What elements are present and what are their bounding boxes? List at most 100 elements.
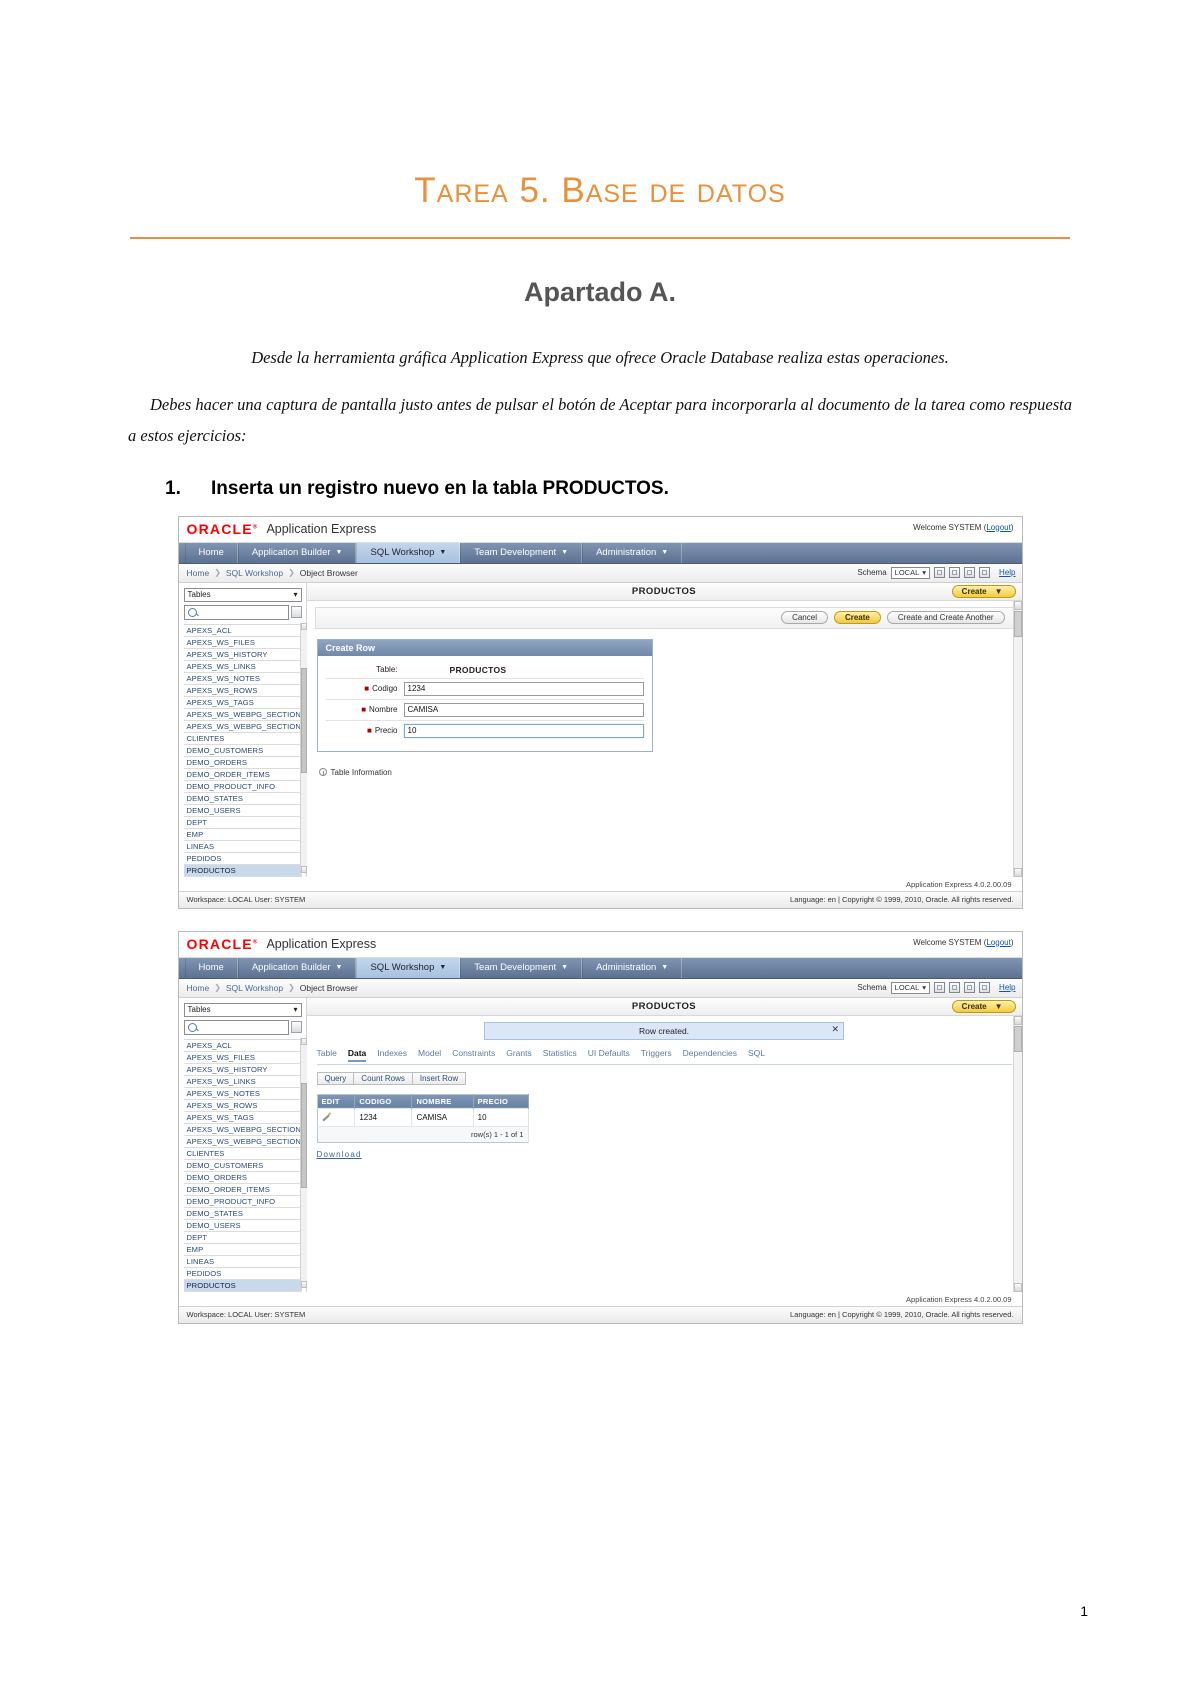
nav-tab-team-development[interactable]: Team Development ▼	[460, 542, 583, 563]
edit-page-icon[interactable]	[934, 567, 946, 579]
debug-icon[interactable]	[964, 567, 976, 579]
column-header-nombre[interactable]: NOMBRE	[411, 1094, 474, 1109]
tab-constraints[interactable]: Constraints	[452, 1048, 495, 1062]
count-rows-button[interactable]: Count Rows	[353, 1071, 413, 1085]
list-item-selected[interactable]: PRODUCTOS	[183, 1279, 302, 1292]
nav-tab-sql-workshop[interactable]: SQL Workshop ▼	[356, 542, 461, 563]
session-icon[interactable]	[949, 567, 961, 579]
session-icon[interactable]	[949, 982, 961, 994]
help-link[interactable]: Help	[999, 568, 1015, 577]
tab-sql[interactable]: SQL	[748, 1048, 765, 1062]
list-item[interactable]: APEXS_WS_NOTES	[183, 1088, 302, 1100]
scroll-up-arrow-icon[interactable]	[1013, 1015, 1022, 1025]
list-item[interactable]: APEXS_WS_ROWS	[183, 1100, 302, 1112]
insert-row-button[interactable]: Insert Row	[411, 1071, 467, 1085]
create-and-create-another-button[interactable]: Create and Create Another	[886, 611, 1005, 625]
tab-dependencies[interactable]: Dependencies	[683, 1048, 737, 1062]
search-options-icon[interactable]	[290, 606, 302, 619]
column-header-codigo[interactable]: CODIGO	[354, 1094, 413, 1109]
breadcrumb-home[interactable]: Home	[187, 983, 210, 993]
list-item-selected[interactable]: PRODUCTOS	[183, 864, 302, 877]
list-item[interactable]: DEMO_ORDERS	[183, 1172, 302, 1184]
close-icon[interactable]: ✕	[831, 1024, 839, 1034]
scroll-thumb[interactable]	[1013, 1025, 1022, 1052]
list-item[interactable]: EMP	[183, 829, 302, 841]
list-item[interactable]: CLIENTES	[183, 1148, 302, 1160]
nav-tab-application-builder[interactable]: Application Builder ▼	[237, 957, 357, 978]
search-input[interactable]	[183, 604, 289, 620]
list-item[interactable]: APEXS_WS_LINKS	[183, 1076, 302, 1088]
sidebar-scrollbar[interactable]	[299, 622, 307, 873]
list-item[interactable]: APEXS_WS_FILES	[183, 1052, 302, 1064]
list-item[interactable]: APEXS_WS_HISTORY	[183, 649, 302, 661]
scroll-down-arrow-icon[interactable]	[1013, 1282, 1022, 1292]
list-item[interactable]: APEXS_WS_NOTES	[183, 673, 302, 685]
list-item[interactable]: APEXS_WS_FILES	[183, 637, 302, 649]
download-link[interactable]: Download	[317, 1150, 1022, 1159]
list-item[interactable]: DEMO_ORDERS	[183, 757, 302, 769]
list-item[interactable]: APEXS_WS_TAGS	[183, 697, 302, 709]
list-item[interactable]: DEMO_ORDER_ITEMS	[183, 1184, 302, 1196]
list-item[interactable]: DEMO_CUSTOMERS	[183, 1160, 302, 1172]
tab-indexes[interactable]: Indexes	[377, 1048, 407, 1062]
column-header-precio[interactable]: PRECIO	[473, 1094, 529, 1109]
list-item[interactable]: APEXS_ACL	[183, 1040, 302, 1052]
list-item[interactable]: APEXS_WS_WEBPG_SECTION_HI	[183, 721, 302, 733]
nav-tab-home[interactable]: Home	[184, 542, 238, 563]
breadcrumb-home[interactable]: Home	[187, 568, 210, 578]
scroll-thumb[interactable]	[1013, 610, 1022, 637]
schema-select[interactable]: LOCAL ▾	[890, 566, 931, 579]
breadcrumb-sql-workshop[interactable]: SQL Workshop	[226, 983, 283, 993]
list-item[interactable]: DEMO_PRODUCT_INFO	[183, 781, 302, 793]
sidebar-scrollbar[interactable]	[299, 1037, 307, 1288]
list-item[interactable]: APEXS_WS_HISTORY	[183, 1064, 302, 1076]
list-item[interactable]: APEXS_WS_ROWS	[183, 685, 302, 697]
tab-statistics[interactable]: Statistics	[543, 1048, 577, 1062]
scroll-up-arrow-icon[interactable]	[1013, 600, 1022, 610]
list-item[interactable]: APEXS_WS_TAGS	[183, 1112, 302, 1124]
schema-select[interactable]: LOCAL ▾	[890, 981, 931, 994]
object-type-select[interactable]: Tables ▾	[183, 1002, 302, 1017]
tab-data[interactable]: Data	[347, 1048, 367, 1062]
breadcrumb-sql-workshop[interactable]: SQL Workshop	[226, 568, 283, 578]
list-item[interactable]: DEPT	[183, 1232, 302, 1244]
list-item[interactable]: APEXS_WS_WEBPG_SECTIONS	[183, 1124, 302, 1136]
table-information-link[interactable]: Table Information	[318, 768, 1022, 777]
edit-cell[interactable]	[317, 1107, 356, 1127]
tab-triggers[interactable]: Triggers	[641, 1048, 672, 1062]
main-scrollbar[interactable]	[1012, 600, 1022, 877]
create-button[interactable]: Create ▼	[951, 999, 1016, 1013]
nav-tab-application-builder[interactable]: Application Builder ▼	[237, 542, 357, 563]
search-options-icon[interactable]	[290, 1021, 302, 1034]
edit-pencil-icon[interactable]	[322, 1112, 331, 1121]
nav-tab-sql-workshop[interactable]: SQL Workshop ▼	[356, 957, 461, 978]
list-item[interactable]: DEMO_CUSTOMERS	[183, 745, 302, 757]
list-item[interactable]: CLIENTES	[183, 733, 302, 745]
search-input[interactable]	[183, 1019, 289, 1035]
cancel-button[interactable]: Cancel	[781, 611, 828, 625]
nav-tab-administration[interactable]: Administration ▼	[582, 542, 683, 563]
create-row-button[interactable]: Create	[833, 611, 881, 625]
nav-tab-home[interactable]: Home	[184, 957, 238, 978]
search-icon[interactable]	[979, 567, 991, 579]
debug-icon[interactable]	[964, 982, 976, 994]
list-item[interactable]: APEXS_ACL	[183, 625, 302, 637]
tab-grants[interactable]: Grants	[506, 1048, 532, 1062]
nav-tab-team-development[interactable]: Team Development ▼	[460, 957, 583, 978]
nombre-field[interactable]: CAMISA	[403, 702, 644, 717]
list-item[interactable]: DEMO_USERS	[183, 1220, 302, 1232]
help-link[interactable]: Help	[999, 983, 1015, 992]
nav-tab-administration[interactable]: Administration ▼	[582, 957, 683, 978]
list-item[interactable]: APEXS_WS_WEBPG_SECTIONS	[183, 709, 302, 721]
precio-field[interactable]: 10	[403, 723, 644, 738]
list-item[interactable]: PEDIDOS	[183, 853, 302, 865]
list-item[interactable]: DEMO_ORDER_ITEMS	[183, 769, 302, 781]
list-item[interactable]: APEXS_WS_LINKS	[183, 661, 302, 673]
list-item[interactable]: LINEAS	[183, 841, 302, 853]
list-item[interactable]: EMP	[183, 1244, 302, 1256]
main-scrollbar[interactable]	[1012, 1015, 1022, 1292]
logout-link[interactable]: Logout	[986, 523, 1010, 532]
list-item[interactable]: PEDIDOS	[183, 1268, 302, 1280]
list-item[interactable]: DEPT	[183, 817, 302, 829]
search-icon[interactable]	[979, 982, 991, 994]
